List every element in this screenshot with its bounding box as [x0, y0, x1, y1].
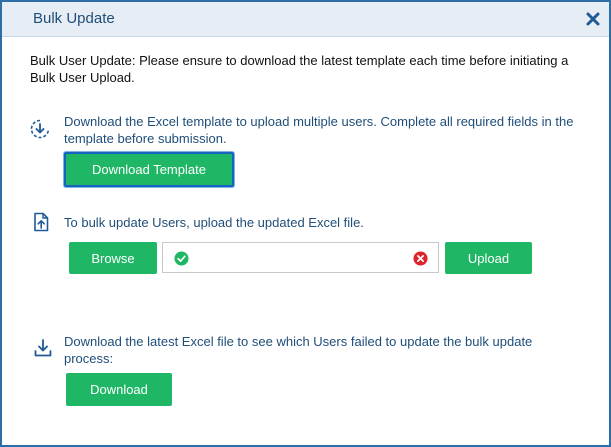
download-template-button[interactable]: Download Template	[64, 152, 234, 187]
close-icon[interactable]	[585, 11, 601, 27]
check-circle-icon	[174, 251, 189, 266]
file-upload-icon	[34, 212, 49, 232]
dialog-title: Bulk Update	[33, 10, 115, 27]
download-icon	[34, 339, 52, 357]
failed-users-instructions: Download the latest Excel file to see wh…	[64, 334, 533, 366]
browse-button[interactable]: Browse	[69, 242, 157, 274]
template-instructions: Download the Excel template to upload mu…	[64, 114, 574, 146]
intro-text: Bulk User Update: Please ensure to downl…	[30, 53, 569, 85]
upload-instructions: To bulk update Users, upload the updated…	[64, 215, 364, 230]
bulk-update-dialog: Bulk Update Bulk User Update: Please ens…	[0, 0, 611, 447]
upload-button[interactable]: Upload	[445, 242, 532, 274]
download-failed-button[interactable]: Download	[66, 373, 172, 406]
clear-file-icon[interactable]	[413, 251, 428, 266]
download-circle-icon	[30, 119, 50, 139]
dialog-titlebar: Bulk Update	[2, 2, 609, 37]
file-input[interactable]	[162, 242, 439, 273]
